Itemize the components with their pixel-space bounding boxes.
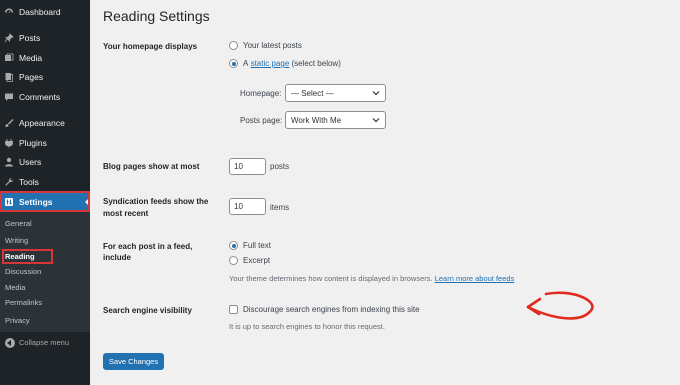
submenu-item-discussion[interactable]: Discussion: [5, 267, 41, 277]
option-static-page[interactable]: A static page (select below): [229, 59, 341, 68]
option-discourage-search[interactable]: Discourage search engines from indexing …: [229, 305, 420, 314]
option-latest-posts[interactable]: Your latest posts: [229, 41, 302, 50]
feed-note-text: Your theme determines how content is dis…: [229, 274, 433, 283]
sidebar-item-dashboard[interactable]: Dashboard: [0, 2, 90, 22]
pages-icon: [4, 72, 14, 82]
feed-items-input[interactable]: 10: [229, 198, 266, 215]
latest-posts-radio[interactable]: [229, 41, 238, 50]
submenu-item-permalinks[interactable]: Permalinks: [5, 298, 42, 308]
settings-icon: [4, 197, 14, 207]
learn-more-feeds-link[interactable]: Learn more about feeds: [435, 274, 515, 283]
wrench-icon: [4, 177, 14, 187]
posts-page-select-value: Work With Me: [291, 116, 342, 125]
sidebar-item-posts[interactable]: Posts: [0, 28, 90, 48]
comment-icon: [4, 92, 14, 102]
discourage-search-label: Discourage search engines from indexing …: [243, 305, 420, 314]
sidebar-item-plugins[interactable]: Plugins: [0, 133, 90, 153]
excerpt-label: Excerpt: [243, 256, 271, 265]
posts-page-select-label: Posts page:: [240, 116, 283, 125]
submenu-item-general[interactable]: General: [5, 219, 32, 229]
sidebar-item-label: Comments: [19, 92, 61, 102]
sidebar-item-label: Tools: [19, 177, 39, 187]
collapse-icon: [5, 338, 15, 348]
sidebar-item-settings[interactable]: Settings: [0, 192, 90, 212]
syndication-label-line1: Syndication feeds show the: [103, 197, 209, 206]
static-page-radio[interactable]: [229, 59, 238, 68]
pin-icon: [4, 33, 14, 43]
latest-posts-label: Your latest posts: [243, 41, 302, 50]
sidebar-item-comments[interactable]: Comments: [0, 87, 90, 107]
sidebar-item-label: Posts: [19, 33, 41, 43]
sidebar-item-media[interactable]: Media: [0, 48, 90, 68]
homepage-select-label: Homepage:: [240, 89, 282, 98]
sidebar-item-label: Settings: [19, 197, 53, 207]
page-title: Reading Settings: [103, 8, 210, 24]
media-icon: [4, 53, 14, 63]
feed-description: Your theme determines how content is dis…: [229, 274, 514, 284]
submenu-item-media[interactable]: Media: [5, 283, 25, 293]
search-note: It is up to search engines to honor this…: [229, 322, 385, 331]
sidebar-item-pages[interactable]: Pages: [0, 67, 90, 87]
annotation-arrow-icon: [526, 291, 594, 320]
search-visibility-label: Search engine visibility: [103, 306, 192, 315]
discourage-search-checkbox[interactable]: [229, 305, 238, 314]
items-suffix: items: [270, 203, 290, 212]
homepage-displays-label: Your homepage displays: [103, 42, 198, 51]
sidebar-item-tools[interactable]: Tools: [0, 172, 90, 192]
submenu-item-privacy[interactable]: Privacy: [5, 316, 30, 326]
sidebar-item-label: Appearance: [19, 118, 65, 128]
full-text-radio[interactable]: [229, 241, 238, 250]
sidebar-item-label: Media: [19, 53, 43, 63]
static-page-suffix: (select below): [291, 59, 341, 68]
posts-per-page-input[interactable]: 10: [229, 158, 266, 175]
full-text-label: Full text: [243, 241, 272, 250]
submenu-item-writing[interactable]: Writing: [5, 236, 28, 246]
homepage-select[interactable]: — Select —: [285, 84, 386, 102]
posts-suffix: posts: [270, 162, 290, 171]
dashboard-icon: [4, 7, 14, 17]
chevron-down-icon: [372, 91, 380, 96]
collapse-menu-button[interactable]: Collapse menu: [0, 335, 90, 351]
sidebar-item-label: Dashboard: [19, 7, 61, 17]
static-page-link[interactable]: static page: [251, 59, 290, 68]
homepage-select-value: — Select —: [291, 89, 334, 98]
admin-sidebar: Dashboard Posts Media Pages Comments App…: [0, 0, 90, 385]
excerpt-radio[interactable]: [229, 256, 238, 265]
collapse-menu-label: Collapse menu: [19, 338, 70, 347]
option-full-text[interactable]: Full text: [229, 241, 271, 250]
sidebar-item-label: Plugins: [19, 138, 47, 148]
posts-page-select[interactable]: Work With Me: [285, 111, 386, 129]
feed-include-label-line2: include: [103, 253, 132, 262]
syndication-label-line2: most recent: [103, 209, 149, 218]
static-page-prefix: A: [243, 59, 249, 68]
settings-main: Reading Settings Your homepage displays …: [90, 0, 680, 385]
option-excerpt[interactable]: Excerpt: [229, 256, 270, 265]
settings-submenu: General Writing Reading Discussion Media…: [0, 212, 90, 332]
feed-include-label-line1: For each post in a feed,: [103, 242, 193, 251]
sidebar-item-users[interactable]: Users: [0, 152, 90, 172]
submenu-item-reading[interactable]: Reading: [5, 252, 35, 262]
blog-pages-label: Blog pages show at most: [103, 162, 200, 171]
sidebar-item-label: Users: [19, 157, 42, 167]
chevron-down-icon: [372, 118, 380, 123]
plugin-icon: [4, 138, 14, 148]
sidebar-item-appearance[interactable]: Appearance: [0, 113, 90, 133]
save-changes-button[interactable]: Save Changes: [103, 353, 164, 370]
user-icon: [4, 157, 14, 167]
sidebar-item-label: Pages: [19, 72, 44, 82]
brush-icon: [4, 118, 14, 128]
